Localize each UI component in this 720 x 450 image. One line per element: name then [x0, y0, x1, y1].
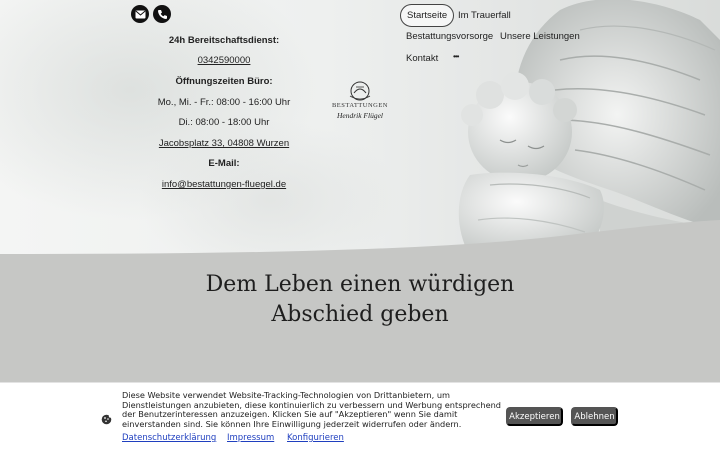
logo-line2: Hendrik Flügel — [336, 111, 384, 120]
accept-button[interactable]: Akzeptieren — [506, 407, 563, 426]
decline-button[interactable]: Ablehnen — [571, 407, 618, 426]
cookie-text: Diese Website verwendet Website-Tracking… — [122, 390, 502, 429]
emergency-label: 24h Bereitschaftsdienst: — [168, 35, 280, 46]
phone-icon[interactable] — [153, 5, 171, 23]
nav-bestattungsvorsorge[interactable]: Bestattungsvorsorge — [406, 31, 493, 42]
impressum-link[interactable]: Impressum — [227, 433, 274, 443]
cookie-banner: Diese Website verwendet Website-Tracking… — [0, 382, 720, 450]
mail-icon[interactable] — [131, 5, 149, 23]
nav-im-trauerfall[interactable]: Im Trauerfall — [458, 10, 511, 21]
nav-kontakt[interactable]: Kontakt — [406, 53, 438, 64]
logo-emblem — [349, 81, 371, 101]
nav-unsere-leistungen[interactable]: Unsere Leistungen — [500, 31, 580, 42]
hours-label: Öffnungszeiten Büro: — [175, 76, 273, 87]
headline-line2: Abschied geben — [271, 302, 449, 327]
nav-more-button[interactable]: ••• — [453, 52, 459, 61]
contact-icons — [131, 5, 171, 23]
email-label: E-Mail: — [208, 158, 240, 169]
nav-startseite[interactable]: Startseite — [400, 4, 455, 27]
hero-headline: Dem Leben einen würdigen Abschied geben — [160, 270, 560, 330]
logo-line1: BESTATTUNGEN — [331, 102, 389, 109]
hours-weekdays: Mo., Mi. - Fr.: 08:00 - 16:00 Uhr — [157, 97, 291, 108]
email-link[interactable]: info@bestattungen-fluegel.de — [144, 179, 304, 190]
headline-line1: Dem Leben einen würdigen — [205, 272, 515, 297]
company-logo[interactable]: BESTATTUNGEN Hendrik Flügel — [330, 80, 390, 124]
configure-link[interactable]: Konfigurieren — [287, 433, 344, 443]
hours-tuesday: Di.: 08:00 - 18:00 Uhr — [178, 117, 270, 128]
hero-curve — [0, 220, 720, 256]
address-link[interactable]: Jacobsplatz 33, 04808 Wurzen — [144, 138, 304, 149]
hero-section — [0, 0, 720, 256]
privacy-policy-link[interactable]: Datenschutzerklärung — [122, 433, 216, 443]
phone-link[interactable]: 0342590000 — [144, 55, 304, 66]
cookie-icon — [101, 410, 113, 429]
